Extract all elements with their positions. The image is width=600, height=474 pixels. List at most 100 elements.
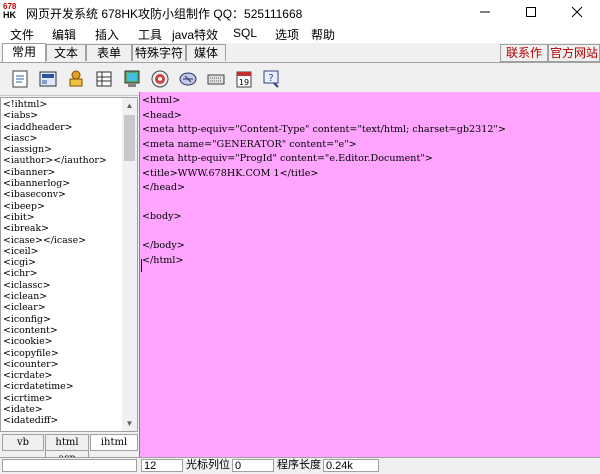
app-logo-icon: 678 HK (3, 3, 23, 21)
tab-vb[interactable]: vb (2, 434, 44, 451)
tag-list-item[interactable]: <icookie> (3, 336, 123, 347)
code-line: <title>WWW.678HK.COM 1</title> (142, 167, 319, 179)
tag-list-scrollbar[interactable]: ▲ ▼ (122, 98, 137, 431)
menu-file[interactable]: 文件 (10, 26, 34, 43)
app-logo-line-2: HK (3, 10, 16, 20)
tag-list-item[interactable]: <iaddheader> (3, 122, 123, 133)
tag-list-item[interactable]: <icrdatetime> (3, 381, 123, 392)
tag-list-item[interactable]: <idate> (3, 404, 123, 415)
title-bar: 678 HK 网页开发系统 678HK攻防小组制作 QQ：525111668 (0, 0, 600, 24)
menu-bar: 文件 编辑 插入 工具 java特效 SQL 选项 帮助 (0, 24, 600, 43)
code-line: <body> (142, 211, 182, 222)
menu-java-effects[interactable]: java特效 (172, 26, 218, 43)
code-line: <head> (142, 109, 182, 121)
tag-list-item[interactable]: <iasc> (3, 133, 123, 144)
code-line: <meta http-equiv="ProgId" content="e.Edi… (142, 153, 433, 164)
menu-tools[interactable]: 工具 (138, 26, 162, 43)
calendar-button[interactable]: 19 (234, 69, 254, 89)
tag-list-panel: <!ihtml> <iabs> <iaddheader> <iasc> <iassign… (0, 97, 138, 432)
tag-list-item[interactable]: <icrdate> (3, 370, 123, 381)
script-button[interactable] (178, 69, 198, 89)
tab-ihtml[interactable]: ihtml (90, 434, 138, 451)
tag-list-item[interactable]: <ibreak> (3, 223, 123, 234)
status-bar: 12 光标列位 0 程序长度 0.24k (0, 457, 600, 474)
keyboard-button[interactable] (206, 69, 226, 89)
tag-list-item[interactable]: <iassign> (3, 144, 123, 155)
line-count-field: 12 (141, 459, 183, 472)
tag-list-item[interactable]: <iclear> (3, 302, 123, 313)
code-line: </body> (142, 240, 185, 251)
tag-list-item[interactable]: <icgi> (3, 257, 123, 268)
tag-list-item[interactable]: <icounter> (3, 359, 123, 370)
maximize-button[interactable] (508, 0, 554, 24)
minimize-button[interactable] (462, 0, 508, 24)
tag-list-item[interactable]: <icrtime> (3, 393, 123, 404)
cursor-label: 光标列位 (186, 459, 230, 471)
code-editor[interactable]: <html> <head> <meta http-equiv="Content-Ty… (139, 92, 600, 458)
code-text[interactable]: <html> <head> <meta http-equiv="Content-Ty… (142, 94, 506, 268)
media-button[interactable] (150, 69, 170, 89)
html-page-icon (12, 70, 28, 88)
tag-list-item[interactable]: <iauthor></iauthor> (3, 155, 123, 166)
frame-icon (39, 71, 57, 87)
tag-list-item[interactable]: <iabs> (3, 110, 123, 121)
minimize-icon (480, 11, 490, 13)
close-icon (571, 6, 583, 18)
tab-html[interactable]: html (45, 434, 89, 451)
close-button[interactable] (554, 0, 600, 24)
tab-media[interactable]: 媒体 (186, 44, 226, 61)
tab-text[interactable]: 文本 (46, 44, 86, 61)
status-left-field (2, 459, 137, 472)
code-line: <meta name="GENERATOR" content="e"> (142, 138, 357, 150)
code-line: </head> (142, 182, 186, 193)
scroll-up-icon[interactable]: ▲ (122, 98, 137, 113)
tab-special-chars[interactable]: 特殊字符 (132, 44, 186, 61)
svg-text:?: ? (268, 73, 273, 84)
tag-list-item[interactable]: <iconfig> (3, 314, 123, 325)
length-value-field: 0.24k (323, 459, 379, 472)
menu-help[interactable]: 帮助 (311, 26, 335, 43)
image-button[interactable] (122, 69, 142, 89)
frame-button[interactable] (38, 69, 58, 89)
tag-list-item[interactable]: <icopyfile> (3, 348, 123, 359)
scroll-thumb[interactable] (124, 115, 135, 161)
tag-list-item[interactable]: <ibannerlog> (3, 178, 123, 189)
help-button[interactable]: ? (262, 69, 282, 89)
tag-list-item[interactable]: <ibaseconv> (3, 189, 123, 200)
maximize-icon (526, 7, 536, 17)
menu-options[interactable]: 选项 (275, 26, 299, 43)
tag-list-item[interactable]: <iclean> (3, 291, 123, 302)
tag-list-item[interactable]: <iclassc> (3, 280, 123, 291)
tag-list-item[interactable]: <iceil> (3, 246, 123, 257)
menu-insert[interactable]: 插入 (95, 26, 119, 43)
tag-list-item[interactable]: <idatediff> (3, 415, 123, 426)
bookmark-icon (69, 70, 83, 87)
cursor-value-field: 0 (232, 459, 274, 472)
table-button[interactable] (94, 69, 114, 89)
scroll-down-icon[interactable]: ▼ (122, 416, 137, 431)
html-page-button[interactable] (10, 69, 30, 89)
tag-list-item[interactable]: <!ihtml> (3, 99, 123, 110)
contact-author-button[interactable]: 联系作者 (500, 44, 548, 76)
window-title: 网页开发系统 678HK攻防小组制作 QQ：525111668 (26, 7, 303, 21)
tag-list-item[interactable]: <ichr> (3, 268, 123, 279)
tag-list[interactable]: <!ihtml> <iabs> <iaddheader> <iasc> <iassign… (3, 99, 123, 427)
menu-sql[interactable]: SQL (233, 26, 257, 40)
tab-common[interactable]: 常用 (2, 43, 46, 62)
tag-list-item[interactable]: <icase></icase> (3, 235, 123, 246)
menu-edit[interactable]: 编辑 (52, 26, 76, 43)
code-line: </html> (142, 254, 184, 266)
code-line: <html> (142, 95, 181, 106)
official-site-button[interactable]: 官方网站 (548, 44, 600, 62)
tag-list-item[interactable]: <ibeep> (3, 201, 123, 212)
script-icon (179, 72, 197, 86)
tag-list-item[interactable]: <icontent> (3, 325, 123, 336)
tab-form[interactable]: 表单 (86, 44, 132, 61)
bookmark-button[interactable] (66, 69, 86, 89)
tag-list-item[interactable]: <ibanner> (3, 167, 123, 178)
category-tab-bar: 常用 文本 表单 特殊字符 媒体 联系作者 官方网站 (0, 43, 600, 76)
keyboard-icon (207, 74, 225, 85)
tag-list-item[interactable]: <ibit> (3, 212, 123, 223)
